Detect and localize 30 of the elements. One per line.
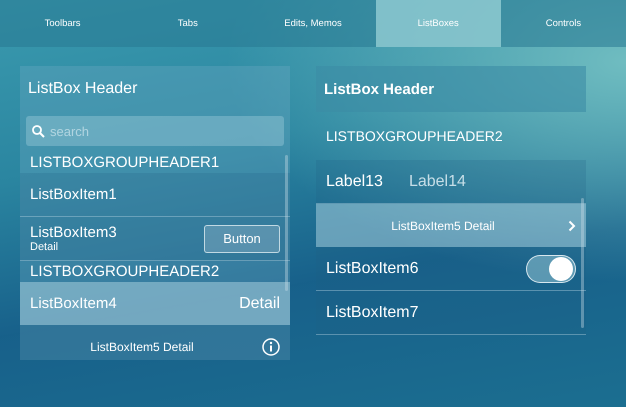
listbox-header: ListBox Header bbox=[28, 80, 138, 98]
item-detail: Detail bbox=[239, 294, 280, 312]
group-header: LISTBOXGROUPHEADER1 bbox=[30, 154, 220, 171]
tab[interactable]: Tabs bbox=[125, 0, 250, 47]
search-icon bbox=[32, 125, 45, 138]
group-header: LISTBOXGROUPHEADER2 bbox=[326, 128, 503, 144]
list-item[interactable]: ListBoxItem1 bbox=[20, 173, 290, 217]
item-button[interactable]: Button bbox=[204, 224, 280, 252]
chevron-icon bbox=[568, 220, 576, 232]
info-icon[interactable] bbox=[262, 338, 280, 356]
list-item[interactable]: Label13 Label14 bbox=[316, 160, 586, 204]
item-title: ListBoxItem5 Detail bbox=[391, 218, 495, 232]
list-item[interactable]: ListBoxItem5 Detail bbox=[316, 204, 586, 247]
tab[interactable]: Edits, Memos bbox=[250, 0, 376, 47]
item-label: Label13 bbox=[326, 172, 383, 190]
item-title: ListBoxItem4 bbox=[30, 295, 117, 312]
list-item[interactable]: ListBoxItem5 Detail bbox=[20, 325, 290, 360]
item-label: Label14 bbox=[408, 172, 466, 190]
tab[interactable]: Controls bbox=[500, 0, 626, 47]
listbox-header: ListBox Header bbox=[324, 80, 434, 98]
list-item[interactable]: ListBoxItem3 Detail Button bbox=[20, 217, 290, 261]
item-detail: Detail bbox=[30, 241, 60, 253]
list-item[interactable]: ListBoxItem6 bbox=[316, 247, 586, 291]
item-title: ListBoxItem6 bbox=[326, 260, 418, 278]
item-title: ListBoxItem3 bbox=[30, 224, 118, 241]
toggle-switch[interactable] bbox=[526, 254, 576, 282]
list-item[interactable]: ListBoxItem4 Detail bbox=[20, 282, 290, 325]
item-title: ListBoxItem5 Detail bbox=[90, 340, 194, 354]
tab[interactable]: Toolbars bbox=[0, 0, 126, 47]
group-header: LISTBOXGROUPHEADER2 bbox=[30, 263, 220, 280]
